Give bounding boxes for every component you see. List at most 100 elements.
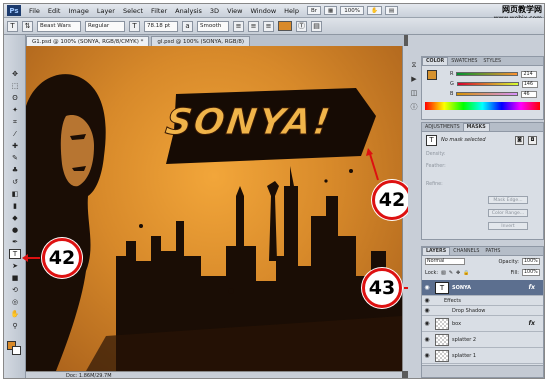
navigator-panel-icon[interactable]: ◫	[409, 88, 419, 98]
invert-button[interactable]: Invert	[488, 222, 528, 230]
eraser-tool-icon[interactable]: ◧	[9, 189, 21, 199]
lock-position-icon[interactable]: ✥	[456, 270, 460, 276]
tab-swatches[interactable]: SWATCHES	[448, 57, 480, 65]
menu-3d[interactable]: 3D	[206, 7, 223, 15]
path-selection-icon[interactable]: ➤	[9, 261, 21, 271]
blend-mode-select[interactable]: Normal	[425, 258, 465, 265]
move-tool-icon[interactable]: ✥	[9, 69, 21, 79]
menu-analysis[interactable]: Analysis	[171, 7, 206, 15]
visibility-eye-icon[interactable]: ◉	[422, 307, 432, 314]
pen-tool-icon[interactable]: ✒	[9, 237, 21, 247]
layer-row-splatter-2[interactable]: ◉ splatter 2	[422, 332, 543, 348]
tab-paths[interactable]: PATHS	[482, 247, 503, 255]
layer-row-sonya[interactable]: ◉ T SONYA fx	[422, 280, 543, 296]
lock-transparency-icon[interactable]: ▧	[441, 270, 446, 276]
mask-edge-button[interactable]: Mask Edge...	[488, 196, 528, 204]
character-panel-icon[interactable]: ▤	[311, 20, 322, 32]
font-style-select[interactable]: Regular	[85, 20, 125, 32]
tab-styles[interactable]: STYLES	[480, 57, 504, 65]
layer-row-box[interactable]: ◉ box fx	[422, 316, 543, 332]
document-canvas[interactable]: SONYA!	[26, 46, 402, 371]
warp-text-icon[interactable]: Ⓣ	[296, 20, 307, 32]
green-value-field[interactable]: 146	[521, 80, 538, 88]
tab-channels[interactable]: CHANNELS	[450, 247, 482, 255]
zoom-select[interactable]: 100%	[340, 6, 364, 15]
arrange-documents-icon[interactable]: ▤	[384, 6, 399, 15]
document-tab-1[interactable]: G1.psd @ 100% (SONYA, RGB/8/CMYK) *	[26, 36, 150, 46]
orientation-toggle-icon[interactable]: ⇅	[22, 20, 33, 32]
hand-tool-icon[interactable]: ✋	[366, 6, 382, 15]
fill-field[interactable]: 100%	[522, 269, 540, 276]
bridge-button[interactable]: Br	[306, 6, 322, 15]
menu-edit[interactable]: Edit	[44, 7, 65, 15]
headline-text[interactable]: SONYA!	[163, 102, 335, 144]
history-panel-icon[interactable]: ⧖	[409, 60, 419, 70]
3d-orbit-icon[interactable]: ◎	[9, 297, 21, 307]
align-left-icon[interactable]: ≡	[233, 20, 244, 32]
blue-value-field[interactable]: 46	[521, 90, 538, 98]
align-center-icon[interactable]: ≡	[248, 20, 259, 32]
tab-masks[interactable]: MASKS	[462, 123, 490, 131]
magic-wand-icon[interactable]: ✦	[9, 105, 21, 115]
visibility-eye-icon[interactable]: ◉	[422, 336, 432, 343]
green-slider[interactable]	[456, 82, 519, 86]
actions-panel-icon[interactable]: ▶	[409, 74, 419, 84]
layer-effects-icon[interactable]: fx	[529, 284, 535, 291]
type-tool-selected-icon[interactable]: T	[9, 249, 21, 259]
blur-tool-icon[interactable]: ◆	[9, 213, 21, 223]
crop-tool-icon[interactable]: ⌗	[9, 117, 21, 127]
visibility-eye-icon[interactable]: ◉	[422, 284, 432, 291]
layer-row-splatter-1[interactable]: ◉ splatter 1	[422, 348, 543, 364]
menu-filter[interactable]: Filter	[147, 7, 171, 15]
zoom-tool-icon[interactable]: ⚲	[9, 321, 21, 331]
visibility-eye-icon[interactable]: ◉	[422, 297, 432, 304]
opacity-field[interactable]: 100%	[522, 258, 540, 265]
blue-slider[interactable]	[456, 92, 519, 96]
red-slider[interactable]	[456, 72, 519, 76]
drop-shadow-row[interactable]: ◉ Drop Shadow	[422, 306, 543, 316]
menu-view[interactable]: View	[223, 7, 246, 15]
hand-tool-side-icon[interactable]: ✋	[9, 309, 21, 319]
menu-select[interactable]: Select	[119, 7, 147, 15]
visibility-eye-icon[interactable]: ◉	[422, 320, 432, 327]
shape-tool-icon[interactable]: ■	[9, 273, 21, 283]
history-brush-icon[interactable]: ↺	[9, 177, 21, 187]
pixel-mask-icon[interactable]: ◙	[515, 135, 524, 145]
tab-layers[interactable]: LAYERS	[422, 247, 451, 255]
align-right-icon[interactable]: ≡	[263, 20, 274, 32]
antialias-select[interactable]: Smooth	[197, 20, 229, 32]
lasso-tool-icon[interactable]: ʘ	[9, 93, 21, 103]
lock-pixels-icon[interactable]: ✎	[449, 270, 453, 276]
color-spectrum-ramp[interactable]	[425, 102, 540, 110]
text-color-swatch[interactable]	[278, 21, 292, 31]
3d-rotate-icon[interactable]: ⟲	[9, 285, 21, 295]
info-panel-icon[interactable]: ⓘ	[409, 102, 419, 112]
marquee-tool-icon[interactable]: ⬚	[9, 81, 21, 91]
red-value-field[interactable]: 214	[521, 70, 538, 78]
view-extras-icon[interactable]: ▦	[324, 6, 338, 15]
gradient-tool-icon[interactable]: ▮	[9, 201, 21, 211]
healing-brush-icon[interactable]: ✚	[9, 141, 21, 151]
menu-layer[interactable]: Layer	[93, 7, 119, 15]
tab-color[interactable]: COLOR	[422, 57, 449, 65]
visibility-eye-icon[interactable]: ◉	[422, 352, 432, 359]
eyedropper-tool-icon[interactable]: ⁄	[9, 129, 21, 139]
menu-window[interactable]: Window	[247, 7, 281, 15]
effects-row[interactable]: ◉ Effects	[422, 296, 543, 306]
vector-mask-icon[interactable]: ◘	[528, 135, 537, 145]
menu-help[interactable]: Help	[280, 7, 303, 15]
menu-image[interactable]: Image	[64, 7, 92, 15]
clone-stamp-icon[interactable]: ♣	[9, 165, 21, 175]
layer-effects-icon[interactable]: fx	[529, 320, 535, 327]
color-range-button[interactable]: Color Range...	[488, 209, 528, 217]
font-size-field[interactable]: 78.18 pt	[144, 20, 178, 32]
brush-tool-icon[interactable]: ✎	[9, 153, 21, 163]
lock-all-icon[interactable]: 🔒	[463, 270, 469, 276]
font-family-select[interactable]: Beast Wars	[37, 20, 81, 32]
menu-file[interactable]: File	[25, 7, 44, 15]
dodge-tool-icon[interactable]: ●	[9, 225, 21, 235]
tab-adjustments[interactable]: ADJUSTMENTS	[422, 123, 463, 131]
document-tab-2[interactable]: gl.psd @ 100% (SONYA, RGB/8)	[151, 36, 251, 46]
background-color-swatch[interactable]	[12, 346, 21, 355]
type-tool-icon[interactable]: T	[7, 20, 18, 32]
